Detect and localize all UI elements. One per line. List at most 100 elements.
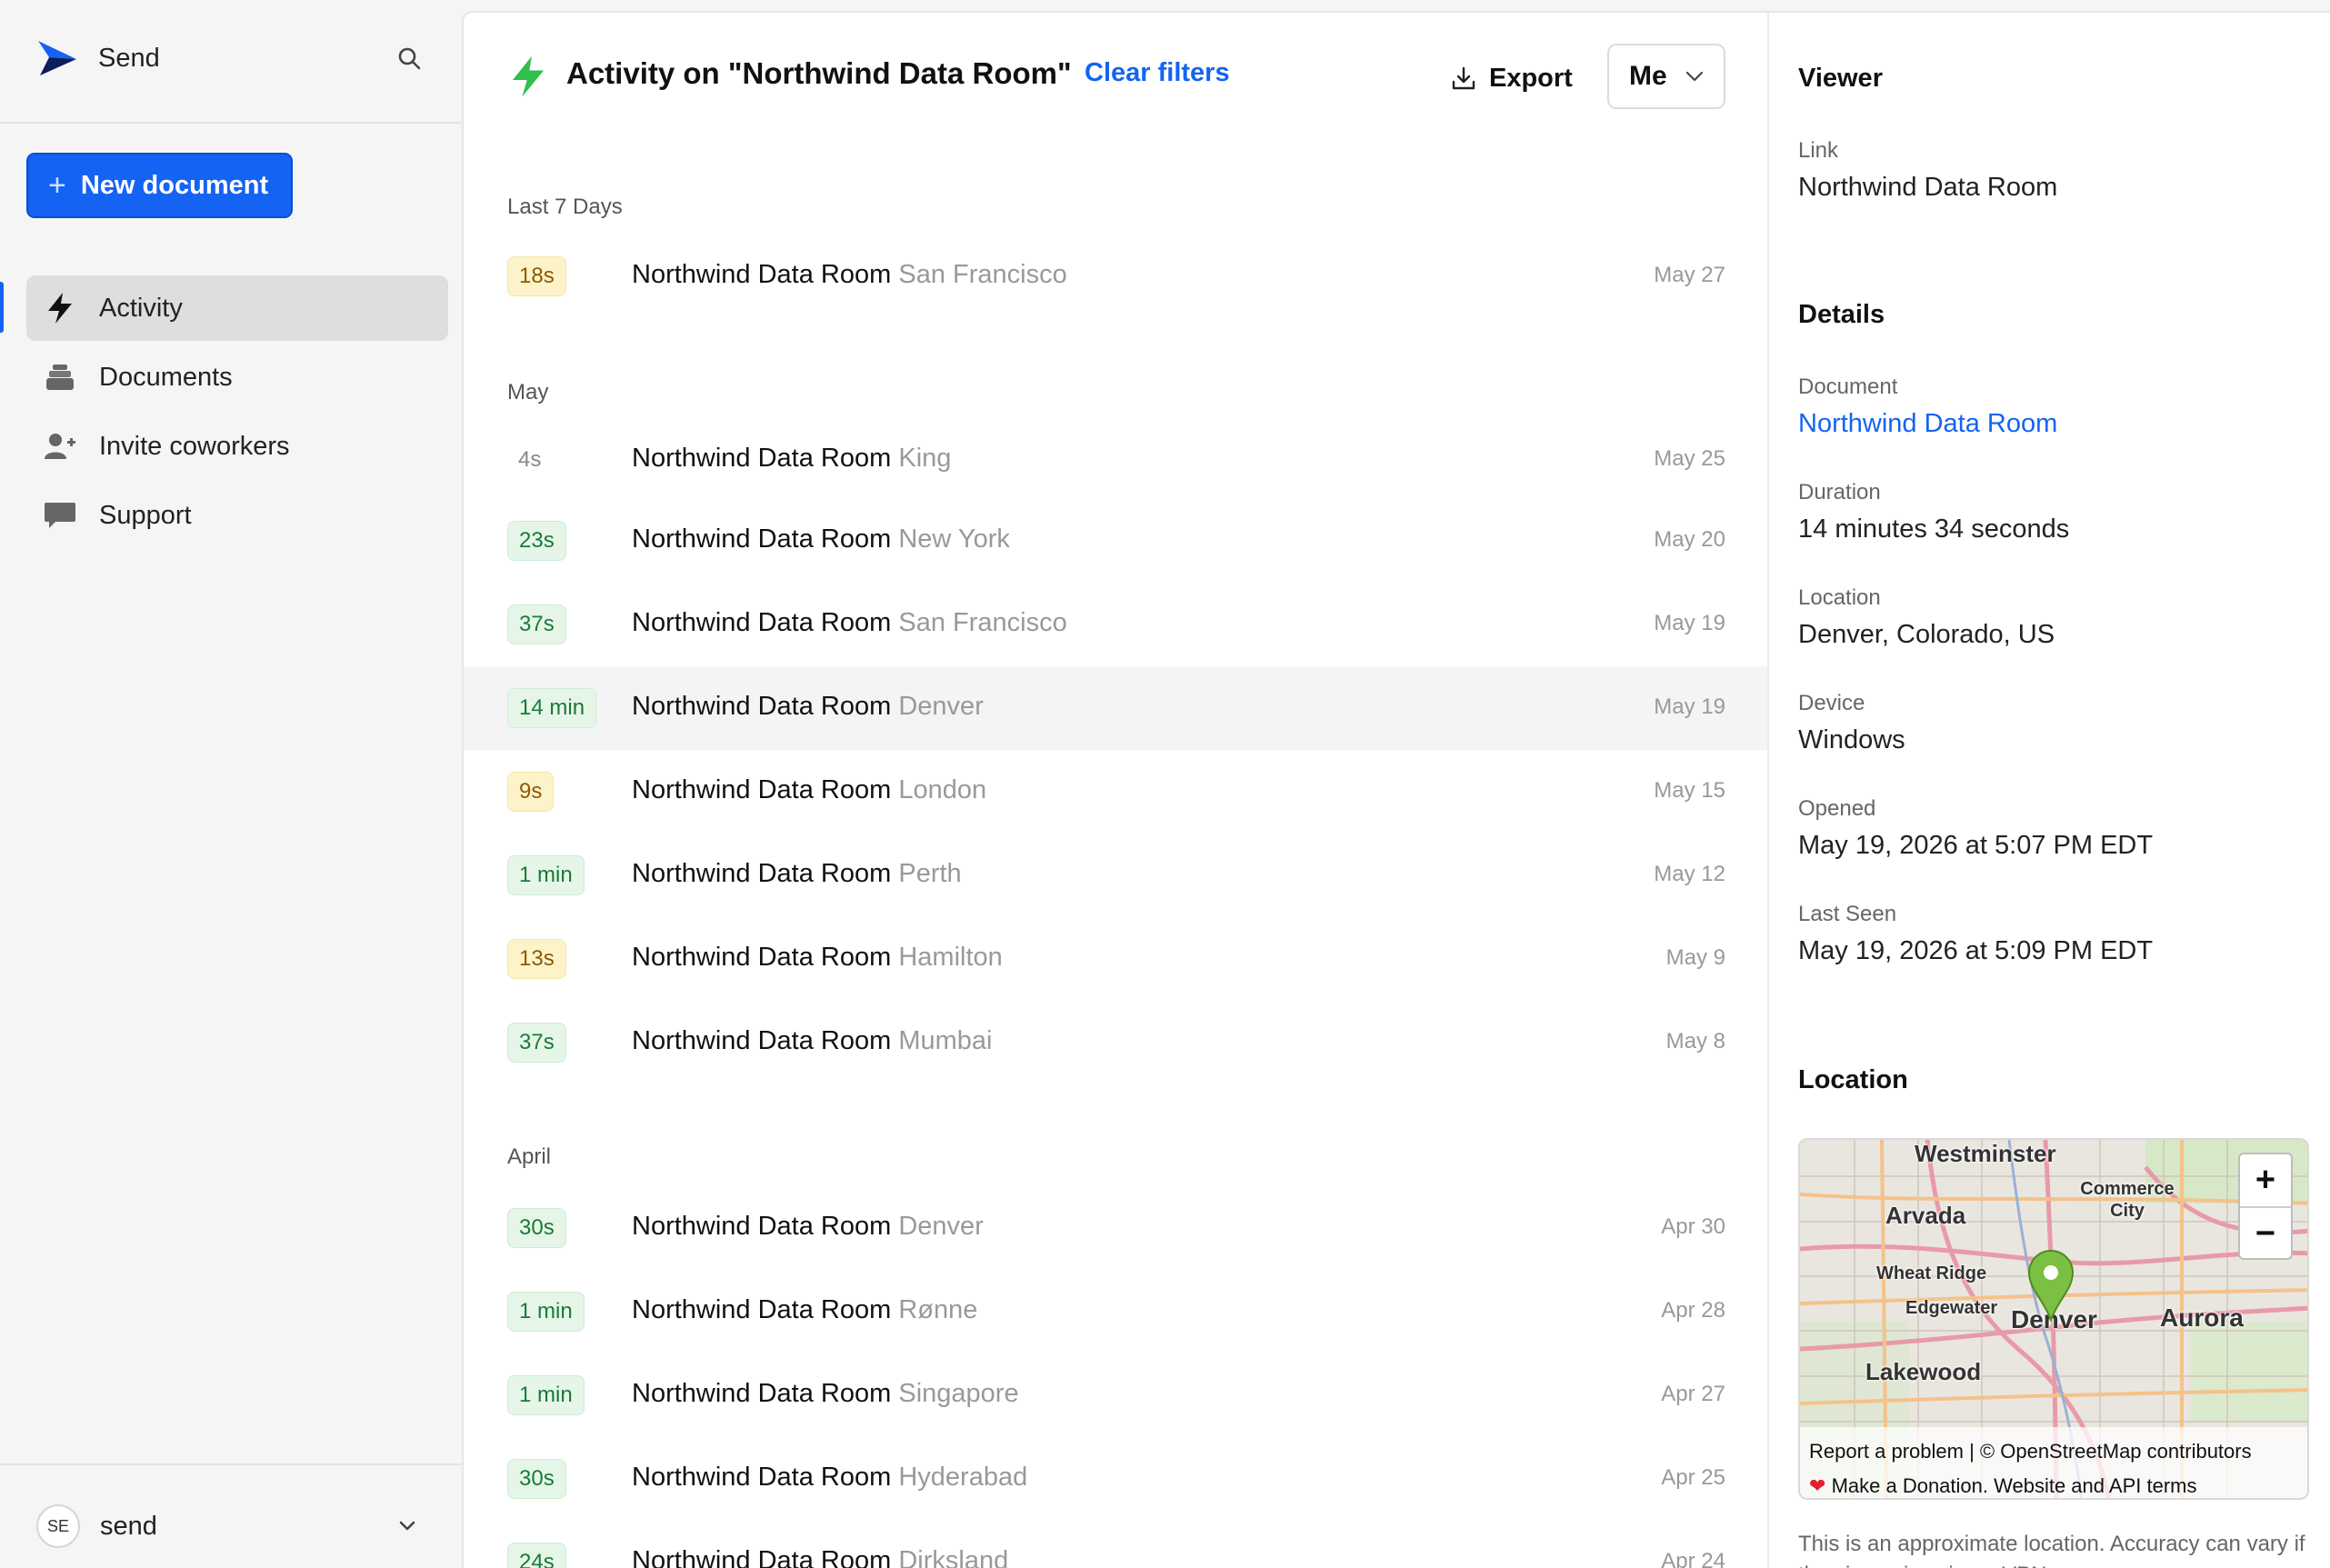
new-document-label: New document (80, 170, 269, 200)
duration-badge: 1 min (507, 855, 585, 895)
activity-row[interactable]: 14 min Northwind Data Room Denver May 19 (464, 666, 1767, 750)
activity-row[interactable]: 37s Northwind Data Room San Francisco May … (464, 583, 1767, 666)
activity-document-name: Northwind Data Room (632, 1546, 892, 1568)
duration-badge: 18s (507, 256, 566, 296)
duration-value: 14 minutes 34 seconds (1798, 514, 2070, 544)
avatar: SE (36, 1504, 80, 1548)
activity-date: Apr 25 (1661, 1465, 1725, 1490)
link-label: Link (1798, 138, 1839, 163)
location-map[interactable]: Westminster Arvada Commerce City Wheat R… (1798, 1138, 2309, 1500)
map-label-westminster: Westminster (1915, 1140, 2056, 1167)
activity-document-name: Northwind Data Room (632, 1212, 892, 1241)
activity-row[interactable]: 1 min Northwind Data Room Rønne Apr 28 (464, 1270, 1767, 1353)
activity-row[interactable]: 9s Northwind Data Room London May 15 (464, 750, 1767, 834)
map-zoom-controls: + − (2238, 1153, 2293, 1260)
heart-icon: ❤ (1809, 1474, 1826, 1497)
map-label-edgewater: Edgewater (1905, 1298, 1998, 1318)
sidebar-item-label: Activity (99, 293, 183, 323)
plus-icon: + (48, 167, 66, 203)
new-document-button[interactable]: + New document (26, 153, 293, 218)
duration-badge: 13s (507, 939, 566, 979)
last-seen-value: May 19, 2026 at 5:09 PM EDT (1798, 936, 2154, 965)
document-link[interactable]: Northwind Data Room (1798, 409, 2057, 439)
activity-row[interactable]: 1 min Northwind Data Room Singapore Apr 27 (464, 1353, 1767, 1437)
activity-document-name: Northwind Data Room (632, 1463, 892, 1492)
activity-row-text: Northwind Data Room Denver (632, 1212, 984, 1242)
zoom-out-button[interactable]: − (2240, 1208, 2291, 1260)
activity-row[interactable]: 30s Northwind Data Room Hyderabad Apr 25 (464, 1437, 1767, 1521)
sidebar-item-label: Support (99, 500, 192, 530)
activity-location: King (898, 444, 952, 473)
details-panel: Viewer Link Northwind Data Room Details … (1767, 11, 2330, 1568)
sidebar-item-activity[interactable]: Activity (26, 275, 448, 341)
sidebar-nav: Activity Documents Invite coworkers Supp… (26, 275, 448, 552)
activity-location: Mumbai (898, 1026, 993, 1055)
activity-row[interactable]: 13s Northwind Data Room Hamilton May 9 (464, 917, 1767, 1001)
duration-badge: 14 min (507, 688, 597, 728)
activity-date: Apr 27 (1661, 1382, 1725, 1406)
clear-filters-link[interactable]: Clear filters (1085, 58, 1230, 88)
activity-main: Activity on "Northwind Data Room" Clear … (462, 11, 1767, 1568)
activity-document-name: Northwind Data Room (632, 1379, 892, 1408)
chevron-down-icon (399, 1521, 415, 1531)
map-attribution-line[interactable]: Report a problem | © OpenStreetMap contr… (1809, 1434, 2302, 1469)
activity-date: May 20 (1654, 527, 1725, 552)
user-plus-icon (43, 429, 77, 464)
device-label: Device (1798, 691, 1865, 715)
viewer-heading: Viewer (1798, 64, 1883, 93)
brand: Send (36, 33, 427, 84)
sidebar-footer-divider (0, 1463, 462, 1465)
details-heading: Details (1798, 300, 1885, 329)
activity-row[interactable]: 1 min Northwind Data Room Perth May 12 (464, 834, 1767, 917)
sidebar-item-invite-coworkers[interactable]: Invite coworkers (26, 414, 448, 479)
activity-date: May 15 (1654, 778, 1725, 803)
activity-location: San Francisco (898, 260, 1067, 289)
map-donation-line[interactable]: ❤ Make a Donation. Website and API terms (1809, 1469, 2302, 1498)
viewer-filter-dropdown[interactable]: Me (1607, 44, 1725, 109)
sidebar-divider (0, 122, 462, 124)
activity-row[interactable]: 37s Northwind Data Room Mumbai May 8 (464, 1001, 1767, 1084)
search-button[interactable] (391, 40, 427, 76)
account-name: send (100, 1511, 157, 1541)
section-label: Last 7 Days (507, 195, 623, 219)
activity-row[interactable]: 30s Northwind Data Room Denver Apr 30 (464, 1186, 1767, 1270)
export-button[interactable]: Export (1451, 53, 1573, 104)
activity-row-text: Northwind Data Room Singapore (632, 1379, 1019, 1409)
chat-icon (43, 498, 77, 533)
activity-location: San Francisco (898, 608, 1067, 637)
map-label-commerce-city: Commerce City (2080, 1179, 2175, 1221)
export-label: Export (1489, 63, 1573, 93)
map-label-aurora: Aurora (2160, 1303, 2244, 1332)
activity-date: May 8 (1665, 1029, 1725, 1054)
zoom-in-button[interactable]: + (2240, 1154, 2291, 1206)
activity-row-text: Northwind Data Room New York (632, 524, 1010, 554)
sidebar-item-documents[interactable]: Documents (26, 345, 448, 410)
sidebar: Send + New document Activity Documents I… (0, 0, 462, 1568)
chevron-down-icon (1685, 71, 1703, 82)
page-title: Activity on "Northwind Data Room" (566, 56, 1072, 90)
duration-badge: 1 min (507, 1292, 585, 1332)
activity-date: May 19 (1654, 694, 1725, 719)
sidebar-item-label: Documents (99, 362, 233, 392)
activity-row-text: Northwind Data Room Hamilton (632, 943, 1003, 973)
send-logo-icon (38, 41, 76, 75)
viewer-filter-value: Me (1629, 61, 1667, 91)
activity-row[interactable]: 18s Northwind Data Room San Francisco May … (464, 235, 1767, 318)
account-switcher[interactable]: SE send (36, 1502, 418, 1551)
activity-header: Activity on "Northwind Data Room" Clear … (464, 13, 1767, 122)
activity-row[interactable]: 4s Northwind Data Room King May 25 (464, 418, 1767, 502)
activity-document-name: Northwind Data Room (632, 524, 892, 554)
location-heading: Location (1798, 1065, 1908, 1094)
map-donation-text: Make a Donation. Website and API terms (1831, 1474, 2197, 1497)
activity-document-name: Northwind Data Room (632, 444, 892, 473)
activity-row[interactable]: 23s Northwind Data Room New York May 20 (464, 499, 1767, 583)
brand-name: Send (98, 43, 160, 73)
map-pin-icon (2027, 1250, 2075, 1322)
activity-date: May 9 (1665, 945, 1725, 970)
activity-location: Denver (898, 1212, 984, 1241)
activity-row[interactable]: 24s Northwind Data Room Dirksland Apr 24 (464, 1521, 1767, 1568)
sidebar-item-support[interactable]: Support (26, 483, 448, 548)
activity-row-text: Northwind Data Room Perth (632, 859, 962, 889)
opened-label: Opened (1798, 796, 1876, 821)
map-label-lakewood: Lakewood (1865, 1358, 1982, 1385)
